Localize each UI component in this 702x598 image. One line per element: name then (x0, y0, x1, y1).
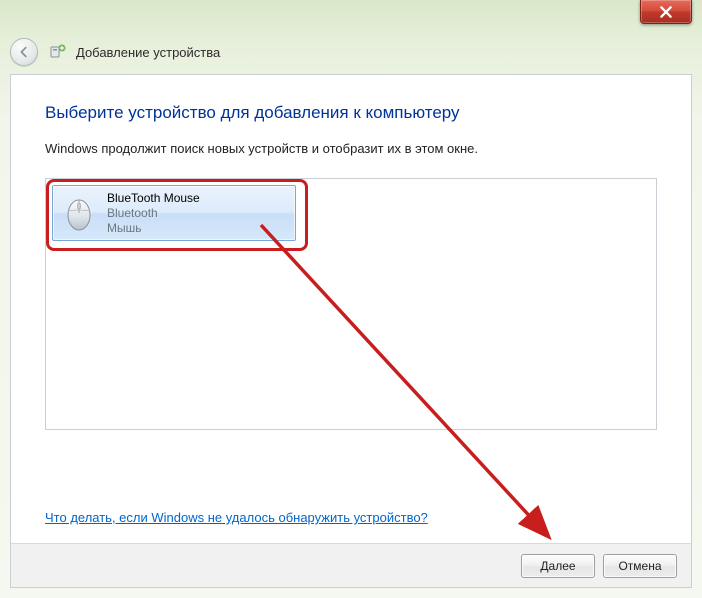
page-subtext: Windows продолжит поиск новых устройств … (45, 141, 657, 156)
device-item-bluetooth-mouse[interactable]: BlueTooth Mouse Bluetooth Мышь (52, 185, 296, 241)
back-button[interactable] (10, 38, 38, 66)
page-heading: Выберите устройство для добавления к ком… (45, 103, 657, 123)
next-button[interactable]: Далее (521, 554, 595, 578)
window-title: Добавление устройства (76, 45, 220, 60)
device-name: BlueTooth Mouse (107, 191, 200, 206)
wizard-footer: Далее Отмена (11, 543, 691, 587)
close-icon (659, 5, 673, 19)
device-transport: Bluetooth (107, 206, 200, 221)
wizard-header: Добавление устройства (10, 38, 220, 66)
cancel-button[interactable]: Отмена (603, 554, 677, 578)
device-type: Мышь (107, 221, 200, 236)
add-device-icon (48, 43, 66, 61)
help-link[interactable]: Что делать, если Windows не удалось обна… (45, 510, 428, 525)
device-list: BlueTooth Mouse Bluetooth Мышь (45, 178, 657, 430)
wizard-panel: Выберите устройство для добавления к ком… (10, 74, 692, 588)
window-close-button[interactable] (640, 0, 692, 24)
device-text: BlueTooth Mouse Bluetooth Мышь (107, 191, 200, 236)
mouse-icon (59, 193, 99, 233)
arrow-left-icon (17, 45, 31, 59)
